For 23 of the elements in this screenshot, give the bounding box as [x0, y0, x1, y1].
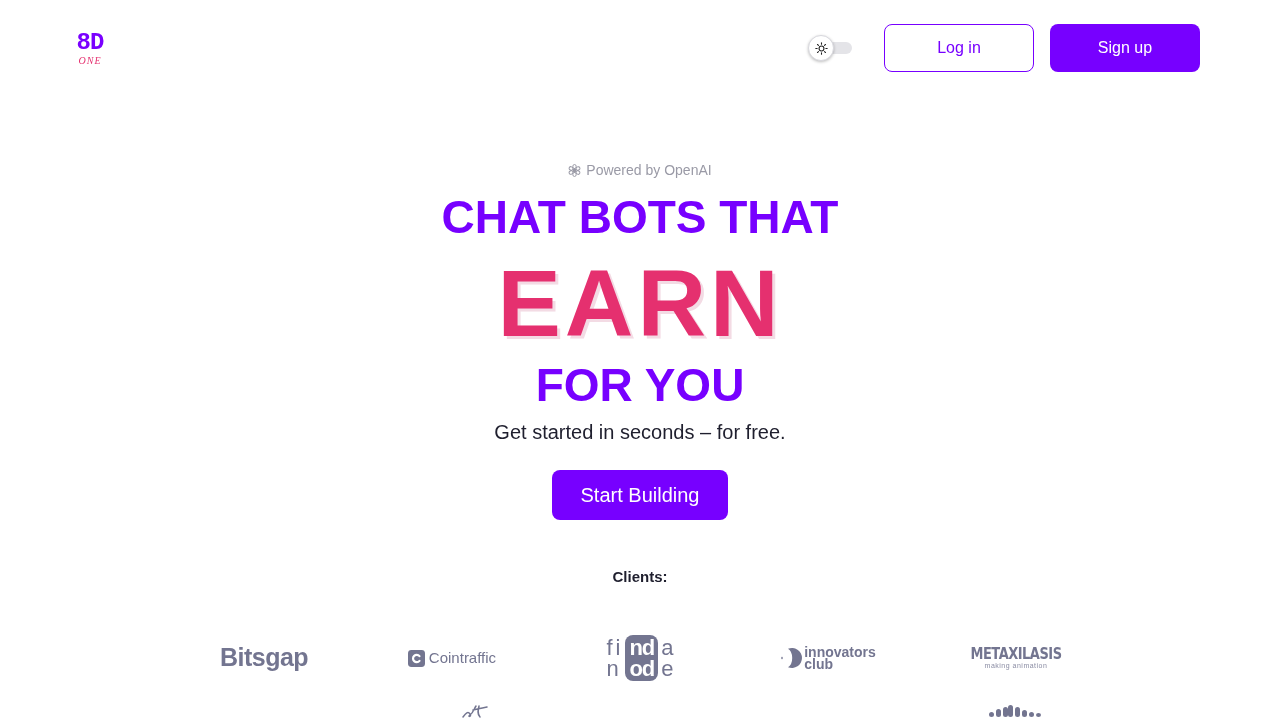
client-logo: innovators club — [804, 646, 876, 670]
logo-script: ONE — [78, 55, 102, 66]
openai-icon — [568, 163, 582, 177]
start-building-button[interactable]: Start Building — [552, 470, 728, 520]
coin-c-icon — [407, 649, 425, 667]
client-logo: METAXILASIS — [970, 646, 1062, 661]
clients-heading: Clients: — [612, 569, 668, 584]
logo-mark: 8D — [76, 30, 104, 55]
sign-up-button[interactable]: Sign up — [1050, 24, 1200, 72]
client-logo: Cointraffic — [428, 647, 497, 668]
sun-icon — [814, 41, 828, 55]
log-in-button[interactable]: Log in — [884, 24, 1034, 72]
signature-logo-icon — [461, 705, 489, 718]
headline: CHAT BOTS THAT — [441, 194, 839, 240]
headline: EARN — [497, 256, 783, 351]
bars-logo-icon — [989, 705, 1043, 717]
client-logo: Bitsgap — [219, 642, 309, 674]
headline: FOR YOU — [535, 362, 745, 408]
client-logo: fi n nd od a e — [606, 635, 674, 681]
subtitle: Get started in seconds – for free. — [494, 422, 786, 442]
crescent-moon-icon — [780, 647, 803, 669]
theme-toggle[interactable] — [808, 35, 852, 61]
powered-by-label: Powered by OpenAI — [585, 160, 712, 180]
